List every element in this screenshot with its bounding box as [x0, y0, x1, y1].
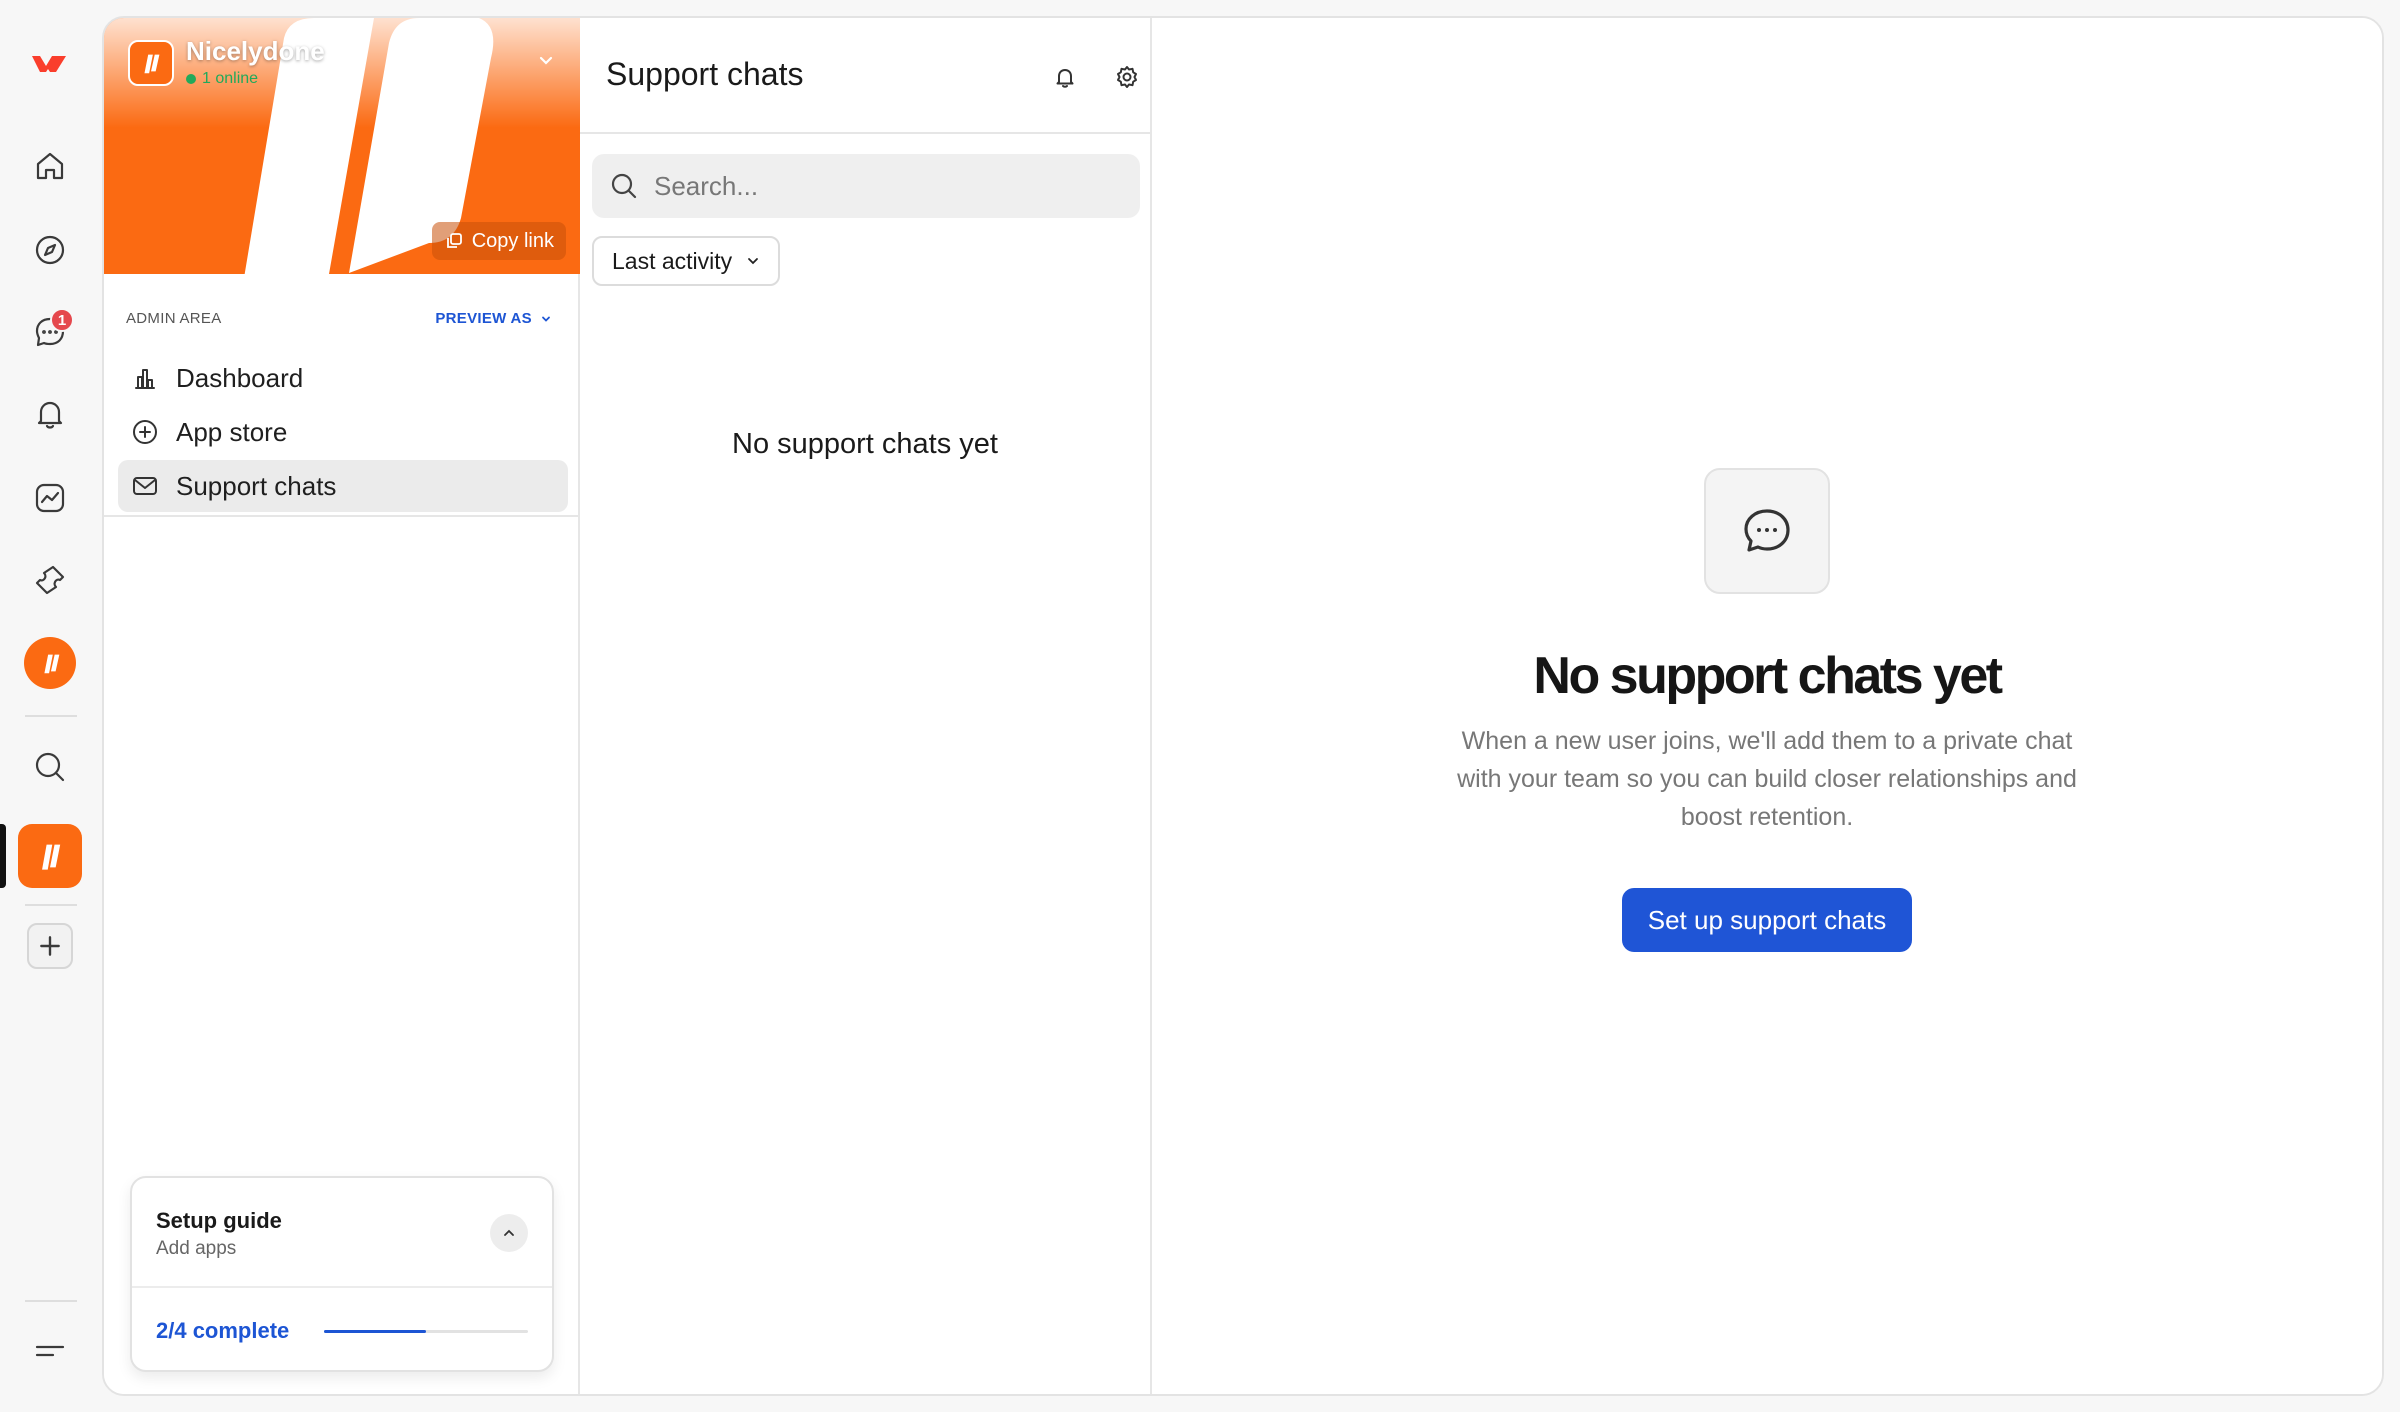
workspace-nicelydone-icon[interactable] — [18, 824, 82, 888]
chevron-down-icon — [542, 316, 550, 322]
online-status: 1 online — [186, 70, 258, 88]
nav-item-label: App store — [176, 416, 288, 447]
compass-icon[interactable] — [20, 220, 80, 280]
setup-progress-bar — [324, 1330, 528, 1333]
app-frame: Nicelydone 1 online Copy link ADMIN AREA… — [102, 16, 2384, 1396]
banner-gradient — [104, 18, 580, 128]
workspace-avatar[interactable] — [128, 40, 174, 86]
online-dot-icon — [186, 74, 196, 84]
chevron-up-icon — [504, 1229, 514, 1236]
collapse-menu-icon[interactable] — [20, 1322, 80, 1382]
chat-list-column: Support chats Last activity No support c… — [580, 18, 1152, 1394]
nav-item-app-store[interactable]: App store — [118, 406, 568, 458]
search-input[interactable] — [654, 170, 1114, 202]
sidebar-divider — [104, 515, 580, 517]
workspace-banner: Nicelydone 1 online Copy link — [104, 18, 580, 274]
active-workspace-marker — [0, 824, 6, 888]
mail-icon — [133, 477, 157, 495]
app-rail: 1 — [0, 0, 100, 1412]
preview-as-label: PREVIEW AS — [435, 310, 532, 327]
setup-progress-fill — [324, 1330, 426, 1333]
copy-icon — [446, 233, 462, 248]
chat-bubble-icon — [1704, 468, 1830, 594]
bar-chart-icon — [135, 369, 155, 389]
home-icon[interactable] — [20, 136, 80, 196]
bell-icon[interactable] — [1048, 60, 1082, 94]
add-workspace-button[interactable] — [20, 916, 80, 976]
set-up-support-chats-button[interactable]: Set up support chats — [1621, 888, 1913, 952]
admin-area-header: ADMIN AREA PREVIEW AS — [126, 310, 552, 327]
empty-state: No support chats yet When a new user joi… — [1152, 468, 2382, 952]
sort-label: Last activity — [612, 247, 733, 274]
whop-logo-icon[interactable] — [20, 34, 80, 94]
workspace-name[interactable]: Nicelydone — [186, 36, 325, 67]
chat-list-title: Support chats — [606, 56, 804, 92]
chat-icon[interactable]: 1 — [20, 302, 80, 362]
admin-area-label: ADMIN AREA — [126, 310, 222, 327]
ticket-icon[interactable] — [20, 550, 80, 610]
setup-progress-text: 2/4 complete — [156, 1318, 290, 1343]
search-field[interactable] — [592, 154, 1140, 218]
chat-list-empty-text: No support chats yet — [732, 428, 998, 460]
empty-state-description: When a new user joins, we'll add them to… — [1457, 727, 2077, 831]
preview-as-button[interactable]: PREVIEW AS — [435, 310, 552, 327]
search-icon[interactable] — [20, 737, 80, 797]
rail-divider — [25, 715, 77, 717]
nav-item-support-chats[interactable]: Support chats — [118, 460, 568, 512]
copy-link-label: Copy link — [471, 229, 554, 252]
nav-item-dashboard[interactable]: Dashboard — [118, 352, 568, 404]
setup-divider — [132, 1286, 552, 1288]
online-count: 1 online — [202, 70, 259, 87]
chat-list-header: Support chats — [580, 18, 1150, 134]
chevron-down-icon[interactable] — [536, 50, 556, 70]
gear-icon[interactable] — [1110, 60, 1144, 94]
setup-guide-title: Setup guide — [156, 1208, 282, 1233]
nav-item-label: Dashboard — [176, 362, 304, 393]
nav-item-label: Support chats — [176, 470, 337, 501]
sort-dropdown[interactable]: Last activity — [592, 236, 781, 286]
search-icon — [611, 173, 637, 199]
activity-icon[interactable] — [20, 468, 80, 528]
chevron-down-icon — [748, 258, 759, 265]
plus-circle-icon — [133, 420, 157, 444]
bell-icon[interactable] — [20, 384, 80, 444]
chat-main-pane: No support chats yet When a new user joi… — [1152, 18, 2382, 1394]
plus-icon — [27, 923, 73, 969]
rail-divider — [25, 904, 77, 906]
setup-guide-card[interactable]: Setup guide Add apps 2/4 complete — [130, 1176, 554, 1372]
copy-link-button[interactable]: Copy link — [431, 222, 566, 260]
collapse-setup-button[interactable] — [490, 1214, 528, 1252]
empty-state-title: No support chats yet — [1533, 647, 2003, 705]
workspace-sidebar: Nicelydone 1 online Copy link ADMIN AREA… — [104, 18, 580, 1394]
rail-divider — [25, 1300, 77, 1302]
notification-badge: 1 — [50, 308, 74, 332]
setup-guide-subtitle: Add apps — [156, 1238, 237, 1259]
nicelydone-app-icon[interactable] — [20, 633, 80, 693]
